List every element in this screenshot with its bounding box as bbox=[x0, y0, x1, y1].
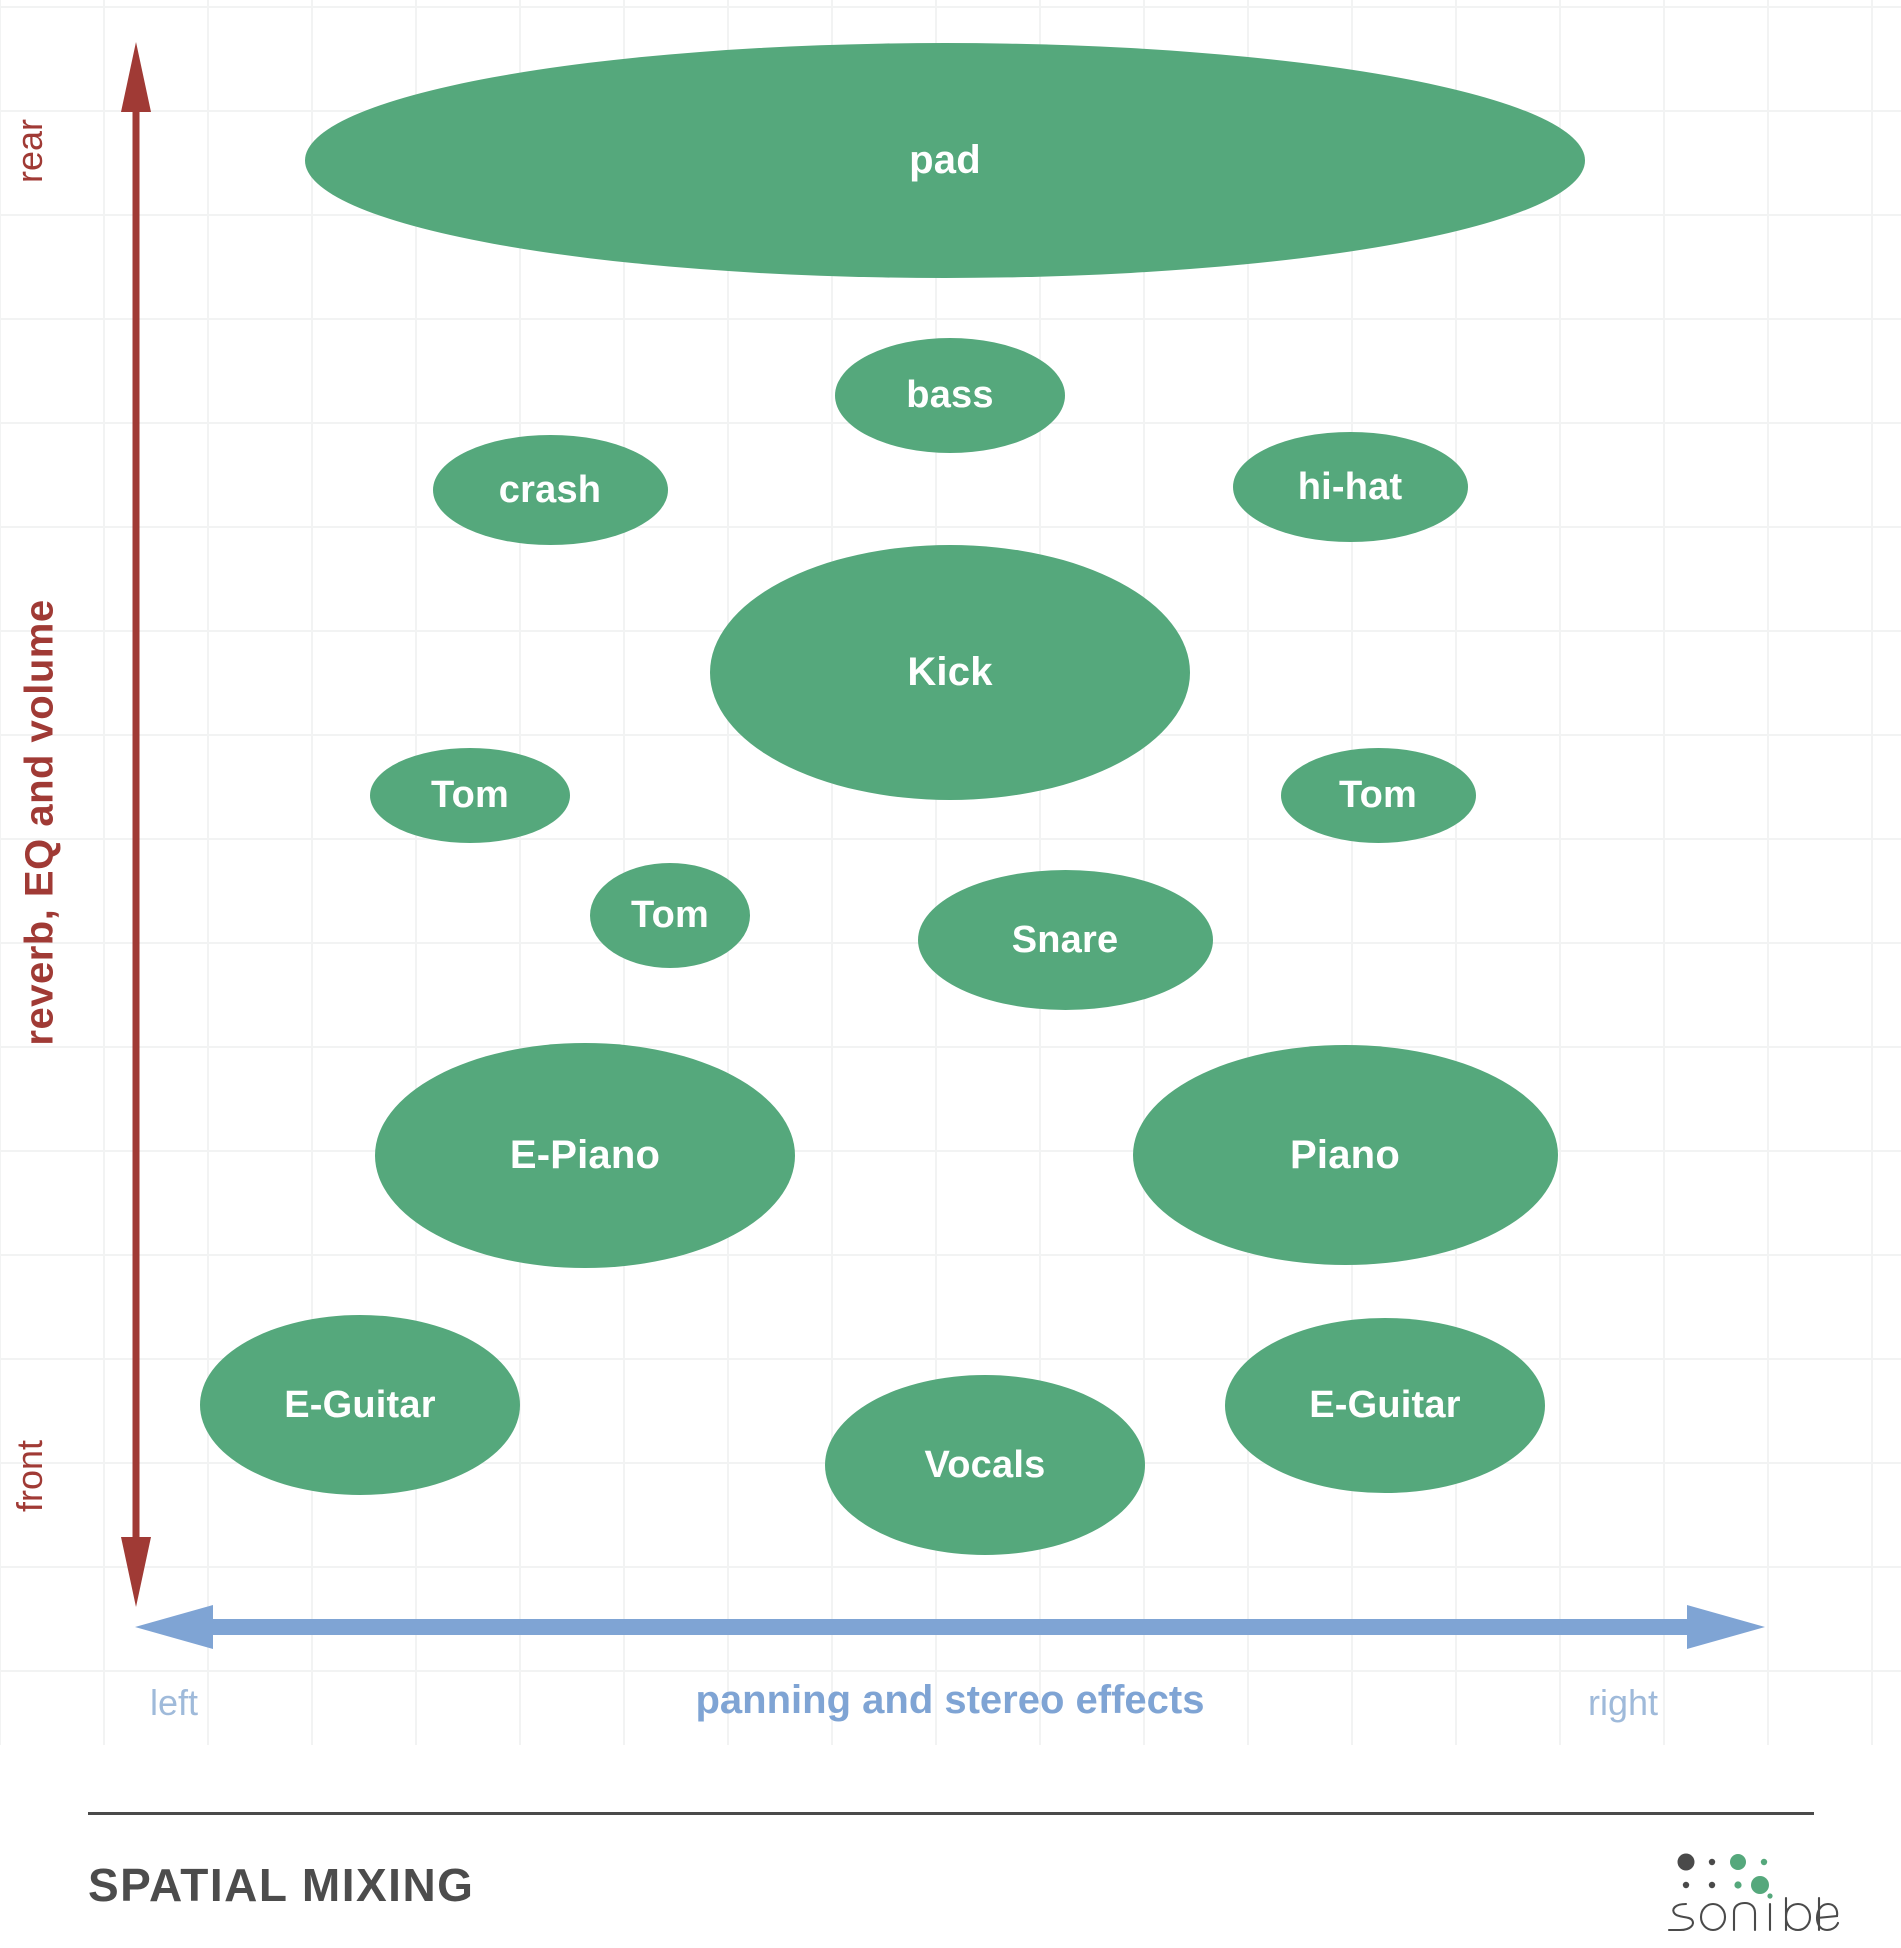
vertical-axis-double-arrow-icon bbox=[121, 42, 151, 1607]
bubble-e-piano[interactable]: E-Piano bbox=[375, 1042, 795, 1268]
bubble-e-guitar[interactable]: E-Guitar bbox=[200, 1315, 520, 1495]
bubble-piano[interactable]: Piano bbox=[1132, 1045, 1558, 1265]
x-axis-label: panning and stereo effects bbox=[695, 1678, 1205, 1722]
bubble-label: E-Piano bbox=[509, 1132, 661, 1177]
bubble-hi-hat[interactable]: hi-hat bbox=[1232, 432, 1468, 542]
footer-divider bbox=[88, 1812, 1814, 1815]
y-axis-top-label: rear bbox=[9, 118, 50, 184]
page-title: SPATIAL MIXING bbox=[88, 1859, 475, 1911]
spatial-mixing-diagram: reverb, EQ and volume rear front panning… bbox=[0, 0, 1901, 1948]
horizontal-axis-double-arrow-icon bbox=[135, 1605, 1765, 1649]
bubble-label: pad bbox=[909, 137, 981, 182]
bubble-kick[interactable]: Kick bbox=[710, 544, 1190, 800]
bubble-bass[interactable]: bass bbox=[835, 337, 1065, 453]
bubble-label: Vocals bbox=[924, 1443, 1046, 1486]
bubble-label: E-Guitar bbox=[1309, 1383, 1461, 1426]
bubble-label: crash bbox=[498, 468, 602, 511]
x-axis-right-label: right bbox=[1588, 1682, 1659, 1723]
bubble-label: Tom bbox=[431, 773, 509, 816]
bubble-label: hi-hat bbox=[1297, 465, 1403, 508]
bubble-label: Snare bbox=[1011, 918, 1119, 961]
bubble-tom[interactable]: Tom bbox=[370, 747, 570, 843]
bubble-label: bass bbox=[906, 373, 994, 416]
bubble-label: Kick bbox=[907, 649, 993, 694]
x-axis-left-label: left bbox=[150, 1682, 199, 1723]
sonible-logo-icon bbox=[1667, 1853, 1840, 1932]
y-axis-bottom-label: front bbox=[9, 1439, 50, 1513]
bubble-label: Piano bbox=[1290, 1132, 1400, 1177]
bubble-e-guitar[interactable]: E-Guitar bbox=[1225, 1317, 1545, 1493]
y-axis-label: reverb, EQ and volume bbox=[17, 599, 62, 1046]
bubble-label: Tom bbox=[1339, 773, 1417, 816]
bubble-vocals[interactable]: Vocals bbox=[825, 1375, 1145, 1555]
bubble-label: Tom bbox=[631, 893, 709, 936]
bubble-pad[interactable]: pad bbox=[305, 42, 1585, 278]
bubble-crash[interactable]: crash bbox=[432, 435, 668, 545]
bubble-label: E-Guitar bbox=[284, 1383, 436, 1426]
bubble-snare[interactable]: Snare bbox=[917, 870, 1213, 1010]
bubble-tom[interactable]: Tom bbox=[590, 862, 750, 968]
bubble-tom[interactable]: Tom bbox=[1280, 747, 1476, 843]
plot-area: reverb, EQ and volume rear front panning… bbox=[0, 0, 1901, 1800]
